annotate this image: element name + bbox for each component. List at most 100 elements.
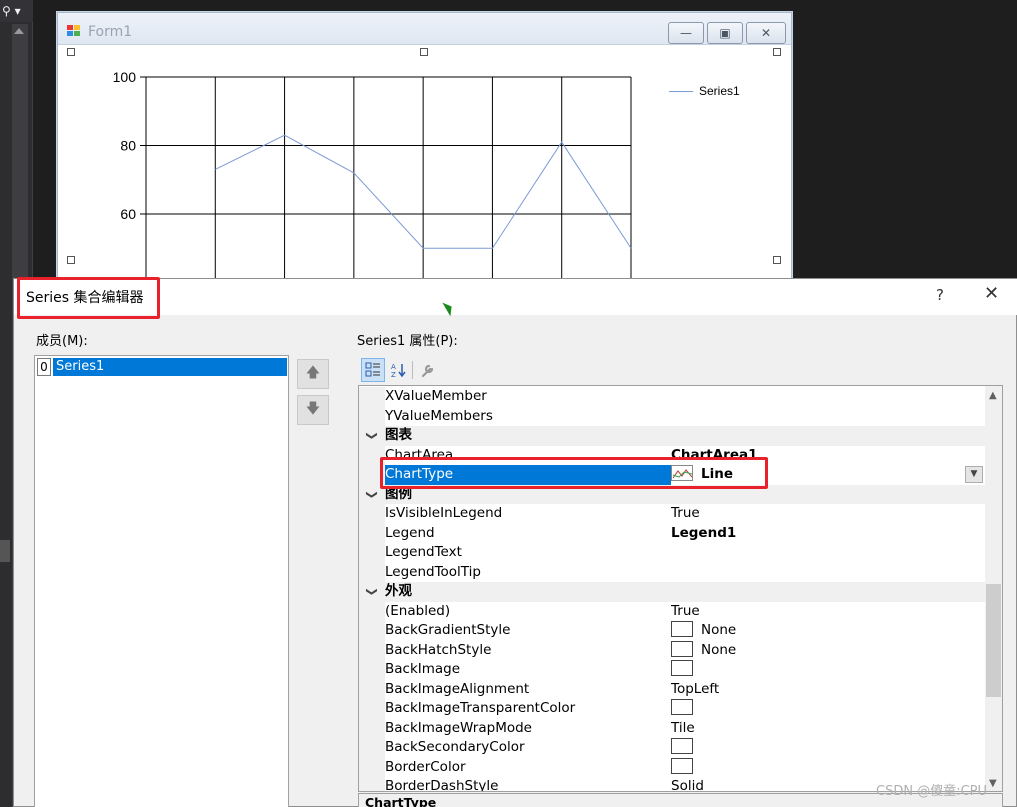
property-row[interactable]: LegendText — [359, 543, 985, 563]
help-button[interactable]: ? — [936, 286, 944, 304]
property-category[interactable]: ❯ 图表 — [359, 426, 985, 446]
property-name[interactable]: BackImageAlignment — [385, 680, 671, 700]
property-value[interactable]: True — [671, 504, 985, 524]
property-name[interactable]: BackSecondaryColor — [385, 738, 671, 758]
move-up-button[interactable]: 🡅 — [297, 359, 329, 389]
property-name[interactable]: BackImage — [385, 660, 671, 680]
property-row[interactable]: BackImageAlignment TopLeft — [359, 679, 985, 700]
property-value[interactable] — [671, 699, 985, 719]
property-row[interactable]: BackImageTransparentColor — [359, 699, 985, 719]
members-list[interactable]: 0 Series1 — [34, 355, 289, 807]
scroll-thumb[interactable] — [986, 584, 1001, 697]
dialog-close-button[interactable]: ✕ — [984, 283, 999, 304]
resize-handle-ne[interactable] — [773, 48, 781, 56]
chevron-down-icon[interactable]: ❯ — [362, 431, 382, 440]
property-name[interactable]: (Enabled) — [385, 602, 671, 622]
property-name[interactable]: BackImageTransparentColor — [385, 699, 671, 719]
property-row[interactable]: BackGradientStyle None — [359, 621, 985, 641]
chart-control[interactable]: 100 80 60 Series1 — [59, 46, 790, 306]
grid-gutter — [359, 406, 385, 426]
grid-gutter — [359, 738, 385, 758]
property-name[interactable]: BorderDashStyle — [385, 777, 671, 791]
grid-gutter — [359, 601, 385, 621]
property-value[interactable]: None — [671, 621, 985, 641]
alphabetical-button[interactable]: A Z — [387, 358, 411, 382]
property-name[interactable]: Legend — [385, 524, 671, 544]
grid-gutter — [359, 679, 385, 699]
property-name[interactable]: YValueMembers — [385, 407, 671, 427]
chevron-down-icon[interactable]: ❯ — [362, 490, 382, 499]
member-item[interactable]: 0 Series1 — [37, 358, 287, 376]
property-row[interactable]: XValueMember — [359, 387, 985, 407]
charttype-highlight-box — [380, 457, 768, 489]
dropdown-button[interactable]: ▼ — [965, 466, 983, 483]
property-value[interactable] — [671, 738, 985, 758]
property-grid[interactable]: XValueMember YValueMembers ❯ 图表 ChartArea Cha… — [358, 385, 1003, 792]
scroll-up-icon[interactable]: ▲ — [989, 390, 997, 401]
property-value[interactable] — [671, 543, 985, 563]
chevron-down-icon[interactable]: ❯ — [362, 587, 382, 596]
close-button[interactable]: ✕ — [746, 22, 786, 44]
property-row[interactable]: Legend Legend1 — [359, 523, 985, 544]
color-swatch-icon — [671, 738, 693, 754]
property-row[interactable]: BackHatchStyle None — [359, 640, 985, 661]
property-name[interactable]: IsVisibleInLegend — [385, 504, 671, 524]
property-value-text: Legend1 — [671, 524, 737, 541]
property-row[interactable]: LegendToolTip — [359, 562, 985, 583]
property-name[interactable]: XValueMember — [385, 387, 671, 407]
property-value[interactable]: None — [671, 640, 985, 661]
property-row[interactable]: BorderColor — [359, 757, 985, 778]
property-category[interactable]: ❯ 外观 — [359, 582, 985, 602]
property-value[interactable] — [671, 563, 985, 583]
property-value[interactable] — [671, 757, 985, 778]
property-row[interactable]: (Enabled) True — [359, 601, 985, 622]
minimize-button[interactable]: — — [668, 22, 704, 44]
title-highlight-box — [17, 277, 160, 319]
property-row[interactable]: IsVisibleInLegend True — [359, 504, 985, 524]
property-row[interactable]: BackImageWrapMode Tile — [359, 718, 985, 739]
scroll-up-icon[interactable] — [14, 28, 24, 34]
toolbar-separator — [412, 361, 413, 379]
form-designer-window: Form1 — ▣ ✕ 100 80 60 Series1 — [57, 12, 792, 306]
y-tick-label: 100 — [113, 69, 137, 85]
property-value[interactable] — [671, 660, 985, 680]
categorized-icon — [365, 362, 380, 377]
resize-handle-e[interactable] — [773, 256, 781, 264]
property-value[interactable] — [671, 407, 985, 427]
grid-gutter — [359, 621, 385, 641]
property-name[interactable]: LegendText — [385, 543, 671, 563]
property-pages-button[interactable] — [416, 358, 440, 382]
property-value[interactable]: Tile — [671, 719, 985, 739]
resize-handle-w[interactable] — [67, 256, 75, 264]
property-name[interactable]: BackImageWrapMode — [385, 719, 671, 739]
property-row[interactable]: BackSecondaryColor — [359, 738, 985, 758]
property-name[interactable]: BackHatchStyle — [385, 641, 671, 661]
grid-gutter — [359, 660, 385, 680]
property-name[interactable]: BorderColor — [385, 758, 671, 778]
property-name[interactable]: BackGradientStyle — [385, 621, 671, 641]
resize-handle-nw[interactable] — [67, 48, 75, 56]
property-value-text: Tile — [671, 719, 695, 736]
line-chart: 100 80 60 — [113, 69, 632, 306]
move-down-button[interactable]: 🡇 — [297, 395, 329, 425]
property-row[interactable]: YValueMembers — [359, 406, 985, 427]
resize-handle-n[interactable] — [420, 48, 428, 56]
property-grid-scrollbar[interactable]: ▲ ▼ — [985, 386, 1002, 791]
svg-text:Z: Z — [391, 371, 396, 378]
property-value[interactable]: Legend1 — [671, 524, 985, 544]
close-icon: ✕ — [760, 26, 772, 40]
grid-gutter — [359, 523, 385, 543]
property-value[interactable] — [671, 387, 985, 407]
y-tick-label: 80 — [120, 138, 136, 154]
maximize-button[interactable]: ▣ — [707, 22, 743, 44]
property-value[interactable]: True — [671, 602, 985, 622]
search-dropdown-button[interactable]: ⚲ ▾ — [0, 0, 33, 22]
scroll-down-icon[interactable]: ▼ — [989, 778, 997, 789]
grid-gutter — [359, 777, 385, 791]
property-row[interactable]: BackImage — [359, 660, 985, 680]
property-value[interactable]: TopLeft — [671, 680, 985, 700]
members-label: 成员(M): — [36, 334, 88, 349]
categorized-button[interactable] — [361, 358, 385, 382]
properties-toolbar: A Z — [358, 356, 1003, 384]
property-name[interactable]: LegendToolTip — [385, 563, 671, 583]
